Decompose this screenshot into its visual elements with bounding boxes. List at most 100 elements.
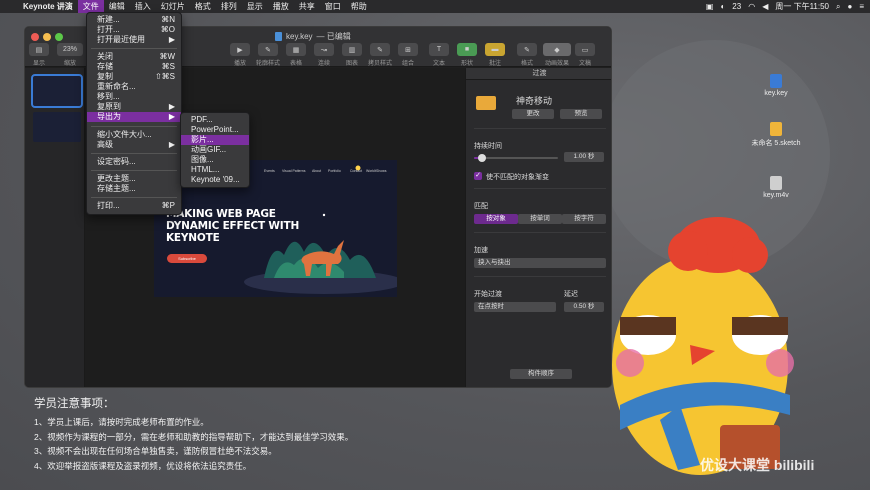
menu-format[interactable]: 格式: [190, 0, 216, 13]
slide-navigator: [25, 68, 85, 387]
menu-window[interactable]: 窗口: [320, 0, 346, 13]
delay-field[interactable]: 0.50 秒: [564, 302, 604, 312]
menu-share[interactable]: 共享: [294, 0, 320, 13]
sketch-file-icon: [770, 122, 782, 136]
menu-item-save-theme[interactable]: 存储主题...: [87, 184, 181, 194]
watermark: 优设大课堂 bilibili: [700, 457, 815, 473]
menu-separator: [91, 48, 177, 49]
volume-icon[interactable]: ◀: [762, 0, 768, 13]
export-html[interactable]: HTML...: [181, 165, 249, 175]
clock[interactable]: 周一 下午11:50: [775, 0, 829, 13]
menu-arrange[interactable]: 排列: [216, 0, 242, 13]
wifi-icon[interactable]: ◠: [748, 0, 755, 13]
notes-line: 2、视频作为课程的一部分，需在老师和助教的指导帮助下，才能达到最佳学习效果。: [34, 431, 354, 442]
export-images[interactable]: 图像...: [181, 155, 249, 165]
zoom-select[interactable]: 23%: [57, 43, 83, 56]
slide-thumbnail-1[interactable]: [31, 74, 83, 108]
menu-item-label: 移到...: [97, 92, 120, 101]
document-button[interactable]: ▭: [575, 43, 595, 56]
fade-checkbox[interactable]: ✓: [474, 172, 482, 180]
export-powerpoint[interactable]: PowerPoint...: [181, 125, 249, 135]
view-button[interactable]: ▤: [29, 43, 49, 56]
mascot-illustration: [612, 217, 794, 475]
zoom-button[interactable]: [55, 33, 63, 41]
menu-item-label: 打开最近使用: [97, 35, 145, 44]
menu-item-set-password[interactable]: 设定密码...: [87, 157, 181, 167]
acceleration-select[interactable]: 抉入与抉出: [474, 258, 606, 268]
list-icon[interactable]: ≡: [859, 0, 864, 13]
preview-button[interactable]: 预览: [560, 109, 602, 119]
menu-item-advanced[interactable]: 高级 ▶: [87, 140, 181, 150]
menu-play[interactable]: 播放: [268, 0, 294, 13]
menu-item-move-to[interactable]: 移到...: [87, 92, 181, 102]
change-button[interactable]: 更改: [512, 109, 554, 119]
menu-item-change-theme[interactable]: 更改主题...: [87, 174, 181, 184]
notes-line: 4、欢迎举报盗版课程及盗录视频，优设将依法追究责任。: [34, 460, 252, 471]
tb-label: 文稿: [578, 61, 591, 67]
shape-button[interactable]: ■: [457, 43, 477, 56]
menu-item-shortcut: ⌘P: [161, 201, 175, 210]
start-select[interactable]: 在点按时: [474, 302, 556, 312]
export-movie[interactable]: 影片...: [181, 135, 249, 145]
menu-item-new[interactable]: 新建... ⌘N: [87, 15, 181, 25]
match-label: 匹配: [474, 203, 488, 210]
chart-button[interactable]: ▥: [342, 43, 362, 56]
desktop-file-sketch[interactable]: 未命名 5.sketch: [746, 122, 806, 148]
battery-icon[interactable]: ◐: [720, 0, 725, 13]
outline-button[interactable]: ✎: [258, 43, 278, 56]
duration-slider[interactable]: [474, 154, 558, 162]
export-pdf[interactable]: PDF...: [181, 115, 249, 125]
match-by-word[interactable]: 按单词: [518, 214, 562, 224]
export-submenu: PDF... PowerPoint... 影片... 动画GIF... 图像..…: [180, 112, 250, 188]
slide-nav-item: About: [312, 169, 322, 173]
copy-style-button[interactable]: ✎: [370, 43, 390, 56]
app-menu[interactable]: Keynote 讲演: [18, 0, 78, 13]
divider: [474, 128, 606, 129]
close-button[interactable]: [31, 33, 39, 41]
menu-item-shortcut: ⌘S: [161, 62, 175, 71]
menu-item-label: 设定密码...: [97, 157, 136, 166]
document-icon: [275, 32, 282, 41]
menu-item-print[interactable]: 打印... ⌘P: [87, 201, 181, 211]
match-by-object[interactable]: 按对象: [474, 214, 518, 224]
menu-item-duplicate[interactable]: 复制 ⇧⌘S: [87, 72, 181, 82]
screen-record-icon[interactable]: ▣: [706, 0, 714, 13]
slide-button: Subscribe: [167, 254, 207, 263]
menu-separator: [91, 197, 177, 198]
table-button[interactable]: ▦: [286, 43, 306, 56]
play-button[interactable]: ▶: [230, 43, 250, 56]
inspector-tab[interactable]: 过渡: [466, 68, 611, 80]
search-icon[interactable]: ⌕: [836, 0, 840, 13]
format-button[interactable]: ✎: [517, 43, 537, 56]
build-order-button[interactable]: 构件顺序: [510, 369, 572, 379]
menu-item-open-recent[interactable]: 打开最近使用 ▶: [87, 35, 181, 45]
submenu-arrow-icon: ▶: [168, 112, 175, 121]
menu-item-label: 导出为: [97, 112, 121, 121]
desktop-file-key[interactable]: key.key: [746, 74, 806, 97]
slide-nav-item: WorkItShows: [366, 169, 387, 173]
menu-help[interactable]: 帮助: [346, 0, 372, 13]
slide-headline: MAKING WEB PAGE DYNAMIC EFFECT WITH KEYN…: [166, 208, 299, 244]
menu-item-export[interactable]: 导出为 ▶: [87, 112, 181, 122]
comment-button[interactable]: ▬: [485, 43, 505, 56]
export-keynote09[interactable]: Keynote '09...: [181, 175, 249, 185]
duration-field[interactable]: 1.00 秒: [564, 152, 604, 162]
menu-item-close[interactable]: 关闭 ⌘W: [87, 52, 181, 62]
menu-view[interactable]: 显示: [242, 0, 268, 13]
menu-item-revert[interactable]: 复原到 ▶: [87, 102, 181, 112]
menu-item-reduce-size[interactable]: 缩小文件大小...: [87, 130, 181, 140]
menu-item-rename[interactable]: 重新命名...: [87, 82, 181, 92]
export-gif[interactable]: 动画GIF...: [181, 145, 249, 155]
text-button[interactable]: T: [429, 43, 449, 56]
connect-button[interactable]: ↝: [314, 43, 334, 56]
group-button[interactable]: ⊞: [398, 43, 418, 56]
minimize-button[interactable]: [43, 33, 51, 41]
animate-button[interactable]: ◆: [543, 43, 571, 56]
menu-item-save[interactable]: 存储 ⌘S: [87, 62, 181, 72]
slide-thumbnail-2[interactable]: [33, 112, 81, 142]
menu-item-open[interactable]: 打开... ⌘O: [87, 25, 181, 35]
siri-icon[interactable]: ●: [847, 0, 852, 13]
desktop-file-m4v[interactable]: key.m4v: [746, 176, 806, 199]
window-title: key.key — 已编辑: [275, 31, 351, 42]
slider-knob[interactable]: [478, 154, 487, 162]
